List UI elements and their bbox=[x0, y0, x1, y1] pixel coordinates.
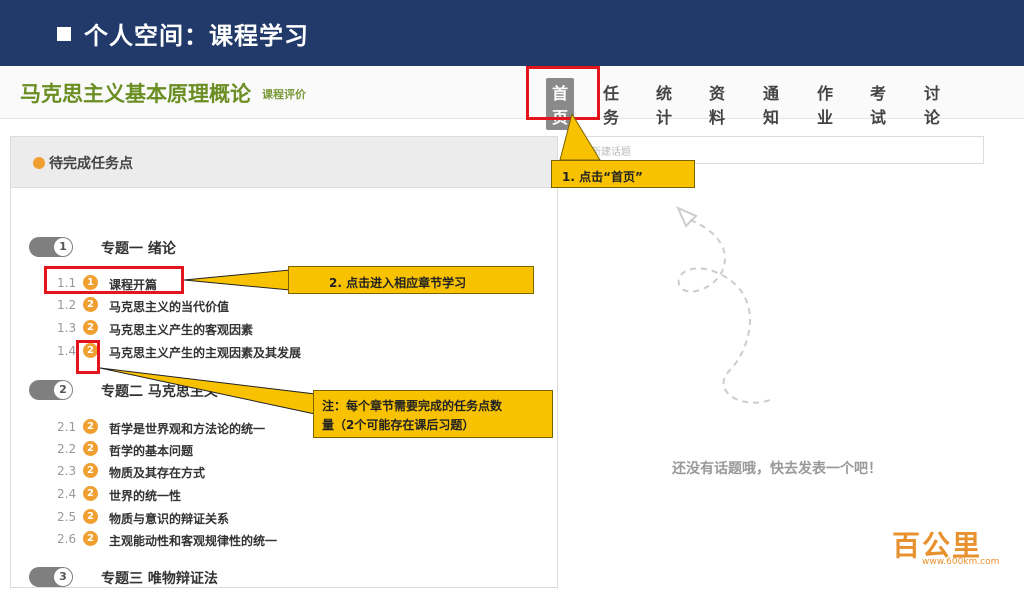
callout-1-text: 1. 点击“首页” bbox=[562, 170, 643, 184]
callout-3: 注：每个章节需要完成的任务点数 量（2个可能存在课后习题） bbox=[313, 390, 553, 438]
logo-url: www.600km.com bbox=[922, 557, 1000, 567]
callout-2: 2. 点击进入相应章节学习 bbox=[288, 266, 534, 294]
callout-1: 1. 点击“首页” bbox=[551, 160, 695, 188]
callout-3-line1: 注：每个章节需要完成的任务点数 bbox=[322, 399, 503, 413]
callout-1-pointer bbox=[559, 112, 601, 161]
callout-2-text: 2. 点击进入相应章节学习 bbox=[329, 276, 467, 290]
callout-3-pointer bbox=[99, 367, 316, 415]
callout-3-line2: 量（2个可能存在课后习题） bbox=[322, 418, 475, 432]
brand-logo: 百公里 www.600km.com bbox=[888, 524, 1018, 570]
callout-2-pointer bbox=[183, 269, 291, 291]
